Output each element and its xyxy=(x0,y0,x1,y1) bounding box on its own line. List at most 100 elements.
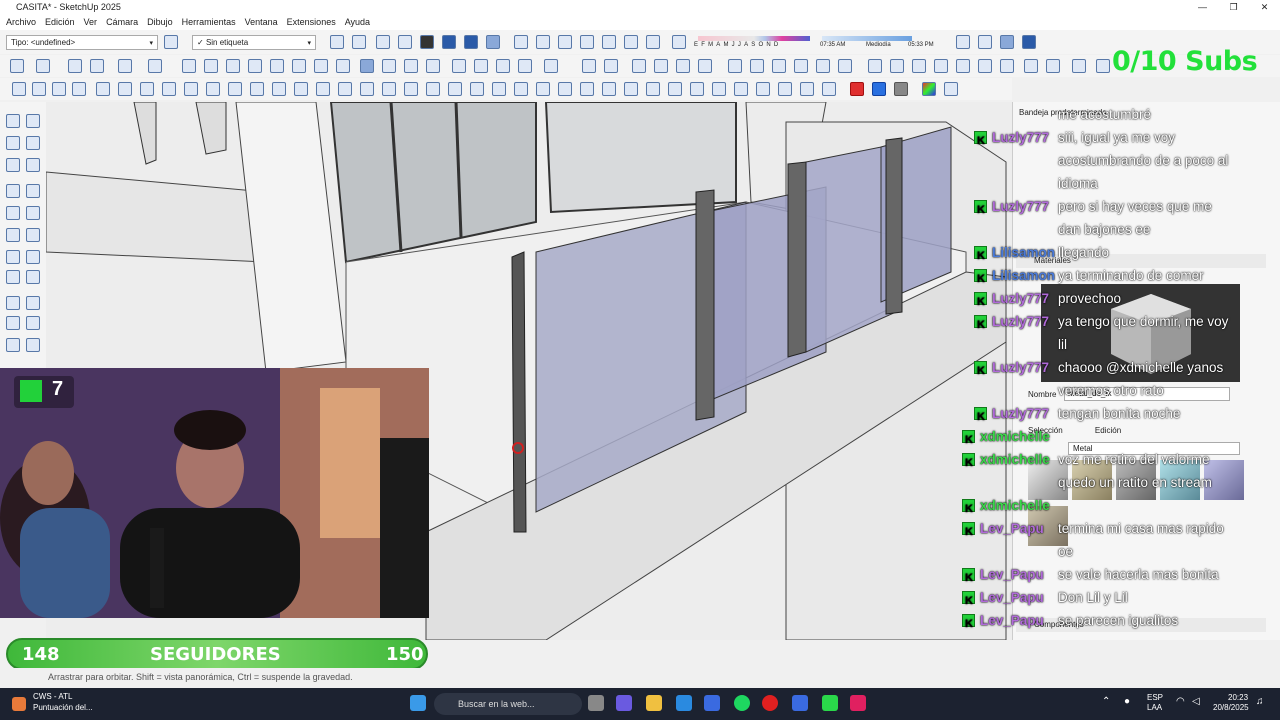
extension-icon[interactable] xyxy=(646,82,660,96)
extension-icon[interactable] xyxy=(712,82,726,96)
rotate-icon[interactable] xyxy=(248,59,262,73)
search-icon[interactable] xyxy=(10,59,24,73)
task-view-icon[interactable] xyxy=(588,695,604,711)
extension-icon[interactable] xyxy=(470,82,484,96)
component-tool-icon[interactable] xyxy=(26,114,40,128)
layers-icon[interactable] xyxy=(794,59,808,73)
type-select[interactable]: Tipo: <undefined> ▾ xyxy=(6,35,158,50)
language-code[interactable]: ESP xyxy=(1147,693,1163,702)
arc-tool-icon[interactable] xyxy=(6,250,20,264)
info-icon[interactable] xyxy=(1096,59,1110,73)
chat-username[interactable]: Luzly777 xyxy=(992,126,1049,149)
chat-username[interactable]: Luzly777 xyxy=(992,195,1049,218)
weather-icon[interactable] xyxy=(12,697,26,711)
extension-icon[interactable] xyxy=(360,82,374,96)
tag-select[interactable]: ✓ Sin etiqueta ▾ xyxy=(192,35,316,50)
walk-icon[interactable] xyxy=(978,35,992,49)
tab-edit[interactable]: Edición xyxy=(1095,426,1121,435)
left-view-icon[interactable] xyxy=(442,35,456,49)
print-icon[interactable] xyxy=(1072,59,1086,73)
extension-icon[interactable] xyxy=(52,82,66,96)
paste-icon[interactable] xyxy=(978,59,992,73)
circle-tool-icon[interactable] xyxy=(6,228,20,242)
chat-username[interactable]: Lilisamon xyxy=(992,264,1055,287)
extension-icon[interactable] xyxy=(72,82,86,96)
app-icon[interactable] xyxy=(850,695,866,711)
menu-ayuda[interactable]: Ayuda xyxy=(345,17,370,27)
drape-icon[interactable] xyxy=(698,59,712,73)
move-tool-icon[interactable] xyxy=(6,296,20,310)
weather-subtitle[interactable]: Puntuación del... xyxy=(33,703,93,712)
extension-icon[interactable] xyxy=(536,82,550,96)
delete-icon[interactable] xyxy=(1000,59,1014,73)
zoom-icon[interactable] xyxy=(404,59,418,73)
microphone-icon[interactable]: ● xyxy=(1124,696,1130,707)
position-camera-icon[interactable] xyxy=(1022,35,1036,49)
menu-ver[interactable]: Ver xyxy=(84,17,98,27)
outer-shell-icon[interactable] xyxy=(452,59,466,73)
extension-icon[interactable] xyxy=(272,82,286,96)
follow-me-tool-icon[interactable] xyxy=(26,316,40,330)
right-view-icon[interactable] xyxy=(398,35,412,49)
extension-icon[interactable] xyxy=(426,82,440,96)
extension-icon[interactable] xyxy=(822,82,836,96)
freehand-tool-icon[interactable] xyxy=(26,184,40,198)
extension-icon[interactable] xyxy=(140,82,154,96)
extension-icon[interactable] xyxy=(800,82,814,96)
scale-icon[interactable] xyxy=(270,59,284,73)
extension-icon[interactable] xyxy=(602,82,616,96)
xray-icon[interactable] xyxy=(486,35,500,49)
extension-icon[interactable] xyxy=(778,82,792,96)
subtract-icon[interactable] xyxy=(518,59,532,73)
push-pull-icon[interactable] xyxy=(182,59,196,73)
protractor-icon[interactable] xyxy=(292,59,306,73)
wireframe-icon[interactable] xyxy=(514,35,528,49)
extension-icon[interactable] xyxy=(558,82,572,96)
new-file-icon[interactable] xyxy=(582,59,596,73)
save-icon[interactable] xyxy=(868,59,882,73)
kick-app-icon[interactable] xyxy=(822,695,838,711)
store-icon[interactable] xyxy=(704,695,720,711)
extension-icon[interactable] xyxy=(206,82,220,96)
shadow-date-slider[interactable] xyxy=(698,36,810,41)
maximize-button[interactable]: ❐ xyxy=(1218,2,1249,13)
edge-icon[interactable] xyxy=(676,695,692,711)
chat-username[interactable]: Lilisamon xyxy=(992,241,1055,264)
section-plane-icon[interactable] xyxy=(624,35,638,49)
look-around-icon[interactable] xyxy=(1000,35,1014,49)
extension-icon[interactable] xyxy=(668,82,682,96)
chat-username[interactable]: xdmichelle xyxy=(980,425,1050,448)
color-palette-icon[interactable] xyxy=(922,82,936,96)
chat-username[interactable]: Luzly777 xyxy=(992,287,1049,310)
rectangle-icon[interactable] xyxy=(148,59,162,73)
paint-icon[interactable] xyxy=(934,59,948,73)
pencil-tool-icon[interactable] xyxy=(6,184,20,198)
chat-username[interactable]: Luzly777 xyxy=(992,356,1049,379)
extension-icon[interactable] xyxy=(96,82,110,96)
chat-username[interactable]: Lev_Papu xyxy=(980,563,1044,586)
extension-icon[interactable] xyxy=(162,82,176,96)
close-button[interactable]: ✕ xyxy=(1249,2,1280,13)
rect-tool-icon[interactable] xyxy=(6,206,20,220)
keyboard-layout[interactable]: LAA xyxy=(1147,703,1162,712)
pie-tool-icon[interactable] xyxy=(26,270,40,284)
eraser-tool-icon[interactable] xyxy=(26,136,40,150)
scale-tool-icon[interactable] xyxy=(6,338,20,352)
outliner-icon[interactable] xyxy=(838,59,852,73)
extension-icon[interactable] xyxy=(294,82,308,96)
extension-icon[interactable] xyxy=(624,82,638,96)
menu-dibujo[interactable]: Dibujo xyxy=(147,17,173,27)
extension-icon[interactable] xyxy=(382,82,396,96)
cube-blue-icon[interactable] xyxy=(872,82,886,96)
paint-tool-icon[interactable] xyxy=(6,136,20,150)
extension-icon[interactable] xyxy=(118,82,132,96)
extension-icon[interactable] xyxy=(250,82,264,96)
offset-tool-icon[interactable] xyxy=(26,338,40,352)
scenes-icon[interactable] xyxy=(816,59,830,73)
warehouse-icon[interactable] xyxy=(544,59,558,73)
freehand-icon[interactable] xyxy=(12,82,26,96)
front-view-icon[interactable] xyxy=(376,35,390,49)
textured-icon[interactable] xyxy=(580,35,594,49)
line-icon[interactable] xyxy=(90,59,104,73)
menu-herramientas[interactable]: Herramientas xyxy=(182,17,236,27)
